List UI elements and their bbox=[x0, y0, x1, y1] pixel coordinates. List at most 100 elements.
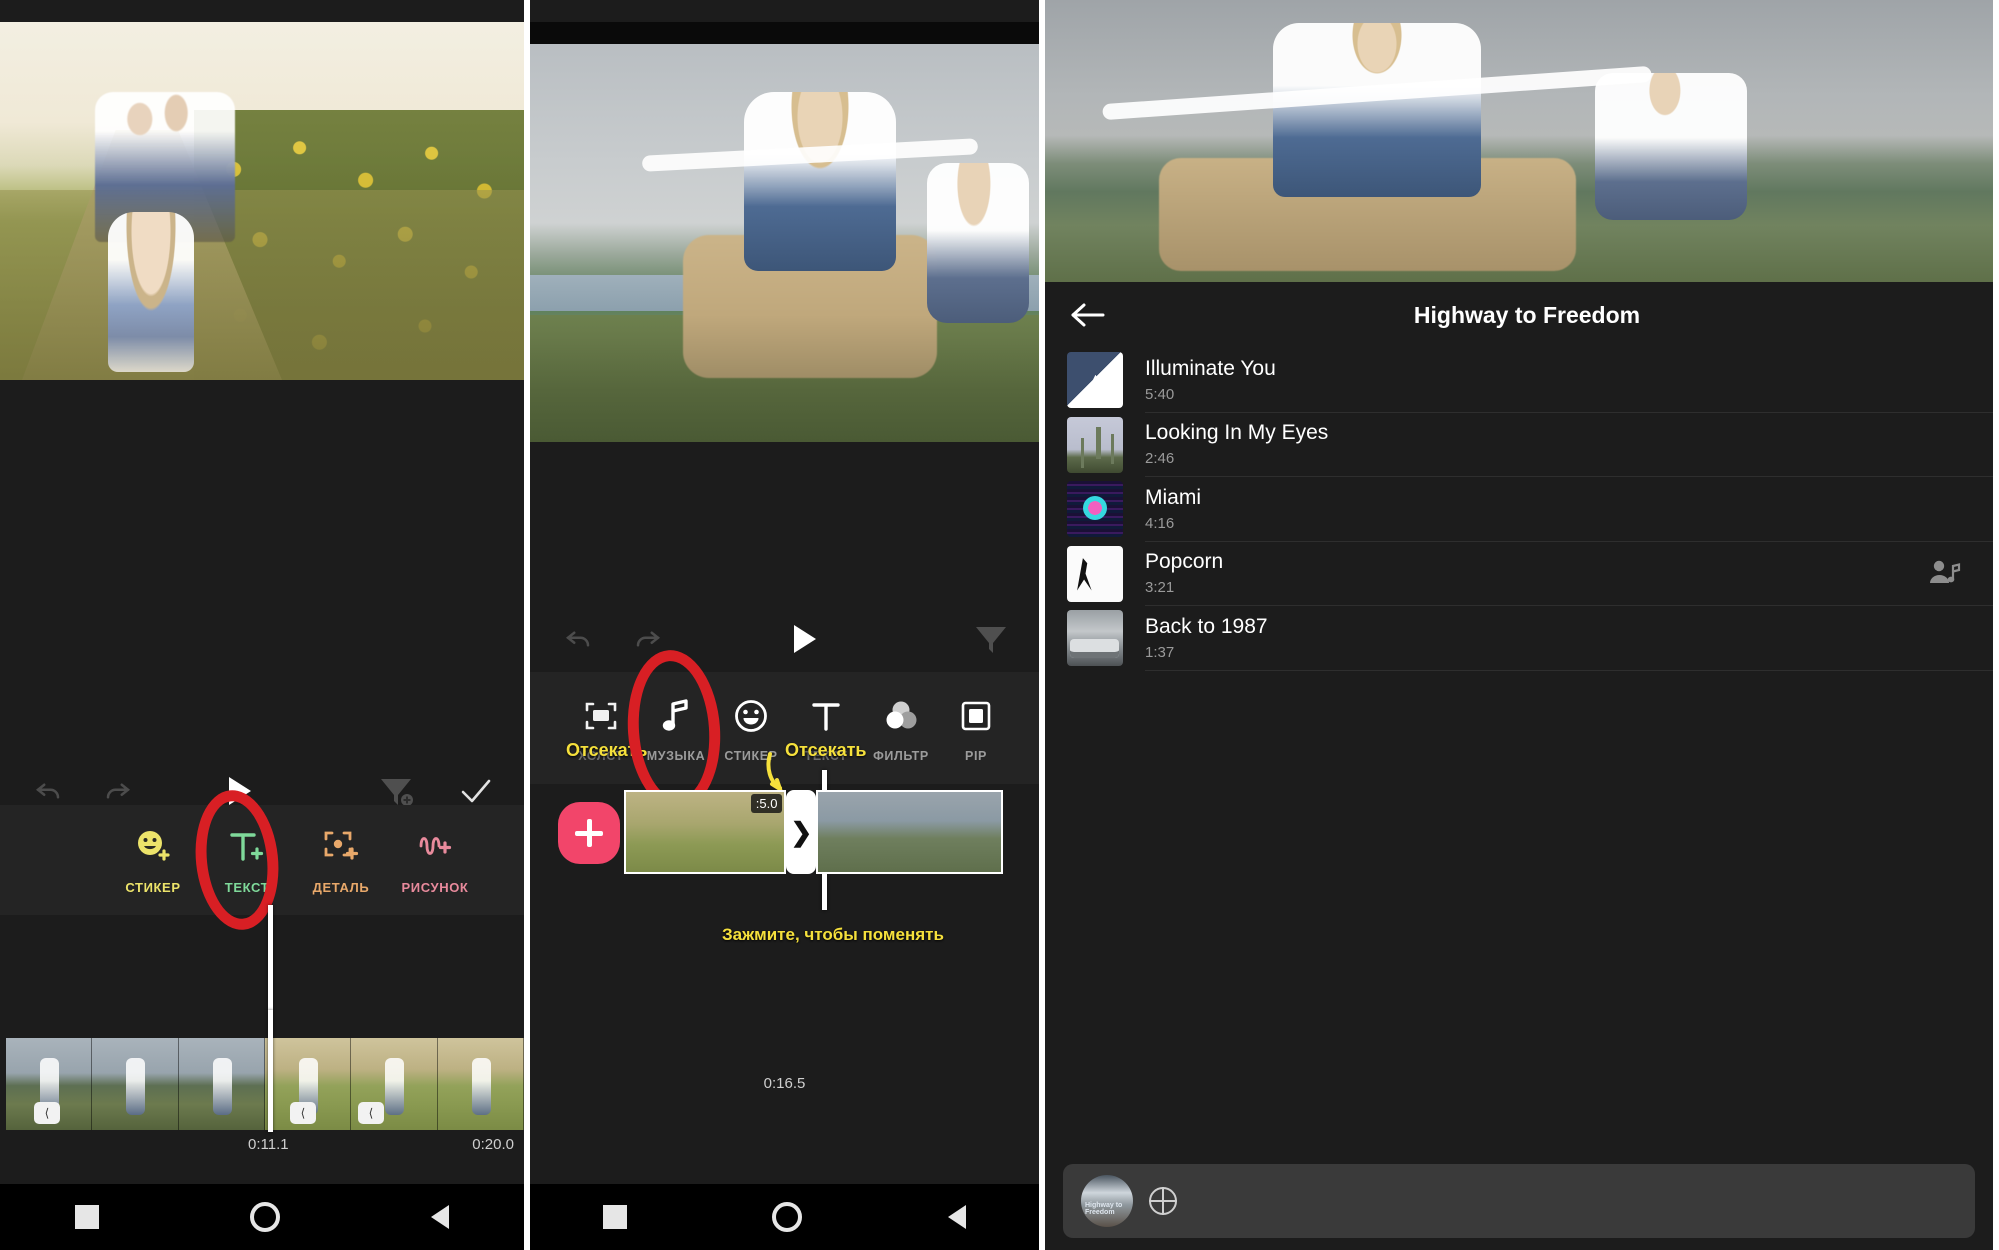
recents-button[interactable] bbox=[75, 1205, 100, 1229]
mini-player[interactable]: Highway to Freedom bbox=[1063, 1164, 1975, 1238]
clip-item[interactable] bbox=[816, 790, 1003, 874]
filmstrip[interactable]: ⟨ ⟨ ⟨ bbox=[6, 1038, 524, 1130]
track-list[interactable]: Illuminate You 5:40 Looking In My Eyes 2… bbox=[1045, 348, 1993, 1140]
transition-chevron-icon: ❯ bbox=[790, 816, 813, 847]
timeline-panel2[interactable]: :5.0 ❯ bbox=[530, 784, 1039, 924]
editor-top-bar-panel2 bbox=[530, 608, 1039, 670]
back-button[interactable] bbox=[430, 1205, 449, 1229]
export-icon bbox=[381, 779, 413, 806]
tool-sticker-label: СТИКЕР bbox=[125, 880, 181, 895]
export-icon bbox=[976, 627, 1006, 653]
preview-viewport bbox=[530, 44, 1039, 442]
canvas-icon bbox=[564, 693, 638, 739]
artist-music-button[interactable] bbox=[1913, 558, 1975, 588]
tool-filter[interactable]: ФИЛЬТР bbox=[864, 693, 938, 763]
list-item[interactable]: Back to 1987 1:37 bbox=[1045, 606, 1993, 671]
tool-drawing-label: РИСУНОК bbox=[401, 880, 469, 895]
track-title: Illuminate You bbox=[1145, 356, 1276, 380]
list-item[interactable]: Popcorn 3:21 bbox=[1045, 542, 1993, 606]
timeline-current-time-panel2: 0:16.5 bbox=[763, 1075, 806, 1092]
list-item[interactable]: Miami 4:16 bbox=[1045, 477, 1993, 542]
tool-sticker[interactable]: СТИКЕР bbox=[106, 825, 200, 895]
tool-sticker[interactable]: СТИКЕР bbox=[714, 693, 788, 763]
video-preview-panel1[interactable] bbox=[0, 22, 524, 380]
panel-music-picker: Highway to Freedom Illuminate You 5:40 L… bbox=[1045, 0, 1993, 1250]
check-icon bbox=[461, 779, 491, 803]
video-preview-panel2[interactable] bbox=[530, 22, 1039, 442]
track-duration: 4:16 bbox=[1145, 514, 1175, 532]
clip-duration-badge: :5.0 bbox=[750, 794, 783, 813]
filmstrip-frame bbox=[92, 1038, 179, 1130]
clip-strip[interactable]: :5.0 ❯ bbox=[624, 790, 1003, 874]
tool-music[interactable]: МУЗЫКА bbox=[639, 693, 713, 763]
preview-sitting-boy bbox=[1594, 73, 1747, 220]
timeline-panel1[interactable]: ⟨ ⟨ ⟨ 0:11.1 0:20.0 bbox=[0, 1010, 524, 1170]
text-t-icon bbox=[789, 693, 863, 739]
list-item[interactable]: Looking In My Eyes 2:46 bbox=[1045, 413, 1993, 477]
play-button[interactable] bbox=[783, 617, 827, 661]
home-button[interactable] bbox=[772, 1202, 803, 1232]
recents-button[interactable] bbox=[602, 1205, 627, 1229]
add-media-button[interactable] bbox=[558, 802, 620, 864]
export-button[interactable] bbox=[969, 617, 1013, 661]
track-info: Popcorn 3:21 bbox=[1145, 542, 1993, 606]
trim-handle-left[interactable]: ⟨ bbox=[34, 1102, 60, 1124]
globe-icon[interactable] bbox=[1149, 1187, 1177, 1215]
redo-button[interactable] bbox=[626, 617, 670, 661]
track-duration: 1:37 bbox=[1145, 643, 1175, 661]
preview-flying-kid bbox=[743, 91, 897, 271]
filmstrip-frame bbox=[178, 1038, 265, 1130]
screenshot-collage: СТИКЕР ТЕКСТ ДЕТАЛЬ РИСУНОК ⟨ ⟨ ⟨ 0:11.1… bbox=[0, 0, 1999, 1250]
drawing-icon bbox=[388, 825, 482, 869]
tool-text-label: ТЕКСТ bbox=[224, 880, 270, 895]
play-icon bbox=[229, 777, 251, 805]
transition-button[interactable]: ❯ bbox=[786, 790, 817, 874]
back-button[interactable] bbox=[948, 1205, 967, 1229]
sticker-icon bbox=[106, 825, 200, 869]
tool-text[interactable]: ТЕКСТ bbox=[200, 825, 294, 895]
filter-circles-icon bbox=[864, 693, 938, 739]
tool-drawing[interactable]: РИСУНОК bbox=[388, 825, 482, 895]
album-art bbox=[1067, 416, 1123, 473]
annotation-trim-left: Отсекать bbox=[566, 740, 648, 760]
music-note-icon bbox=[639, 693, 713, 739]
clip-item[interactable]: :5.0 bbox=[624, 790, 787, 874]
panel-video-editor-text: СТИКЕР ТЕКСТ ДЕТАЛЬ РИСУНОК ⟨ ⟨ ⟨ 0:11.1… bbox=[0, 0, 530, 1250]
track-info: Looking In My Eyes 2:46 bbox=[1145, 413, 1993, 477]
preview-sitting-boy bbox=[927, 163, 1029, 323]
panel-video-editor-music: ХОЛСТ МУЗЫКА СТИКЕР ТЕКСТ ФИЛЬТР PIP Отс… bbox=[530, 0, 1045, 1250]
track-duration: 5:40 bbox=[1145, 385, 1175, 403]
edit-tool-row-panel2: ХОЛСТ МУЗЫКА СТИКЕР ТЕКСТ ФИЛЬТР PIP bbox=[530, 672, 1039, 784]
smiley-icon bbox=[714, 693, 788, 739]
annotation-hold-to-swap: Зажмите, чтобы поменять bbox=[722, 925, 944, 944]
detail-icon bbox=[294, 825, 388, 869]
tool-pip[interactable]: PIP bbox=[939, 693, 1013, 763]
back-arrow-icon bbox=[1071, 303, 1105, 327]
album-art bbox=[1067, 545, 1123, 602]
tool-music-label: МУЗЫКА bbox=[646, 749, 706, 763]
undo-button[interactable] bbox=[556, 617, 600, 661]
tool-detail[interactable]: ДЕТАЛЬ bbox=[294, 825, 388, 895]
mini-player-album-art: Highway to Freedom bbox=[1081, 1175, 1133, 1227]
preview-grass bbox=[0, 190, 524, 380]
track-title: Miami bbox=[1145, 485, 1201, 509]
android-navbar-panel2 bbox=[530, 1184, 1039, 1250]
track-duration: 3:21 bbox=[1145, 579, 1175, 597]
preview-running-girl bbox=[108, 212, 194, 372]
trim-handle-mid[interactable]: ⟨ bbox=[290, 1102, 316, 1124]
page-title: Highway to Freedom bbox=[1413, 301, 1641, 328]
trim-handle-right[interactable]: ⟨ bbox=[358, 1102, 384, 1124]
tool-sticker-label: СТИКЕР bbox=[724, 749, 778, 763]
home-button[interactable] bbox=[249, 1202, 280, 1232]
album-art bbox=[1067, 481, 1123, 538]
track-duration: 2:46 bbox=[1145, 450, 1175, 468]
tool-pip-label: PIP bbox=[965, 749, 987, 763]
list-item[interactable]: Illuminate You 5:40 bbox=[1045, 348, 1993, 413]
timeline-times: 0:11.1 0:20.0 bbox=[0, 1136, 524, 1164]
music-header: Highway to Freedom bbox=[1045, 282, 1993, 348]
back-button[interactable] bbox=[1045, 300, 1131, 330]
preview-flying-kid bbox=[1272, 22, 1482, 198]
timeline-playhead[interactable] bbox=[268, 1010, 273, 1132]
mini-player-album-caption: Highway to Freedom bbox=[1085, 1202, 1123, 1217]
album-art bbox=[1067, 610, 1123, 667]
